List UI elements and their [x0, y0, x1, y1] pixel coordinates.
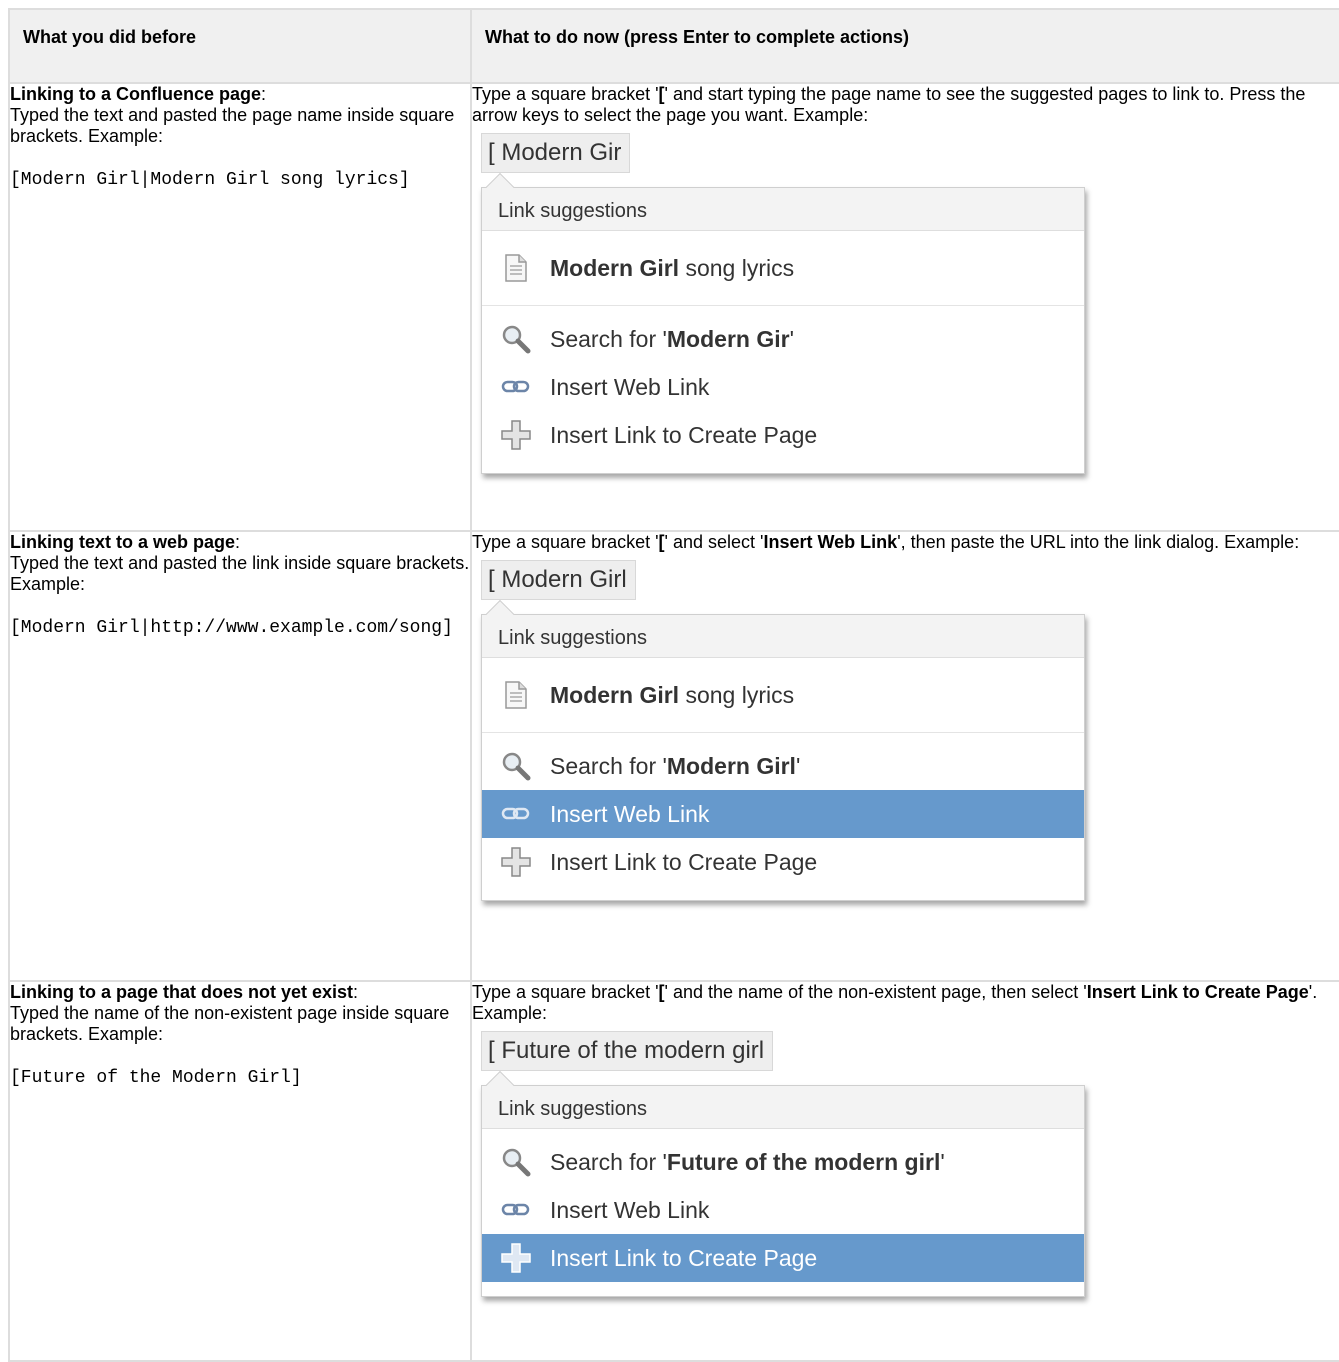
create-page-icon: [498, 417, 534, 453]
create-page-icon: [498, 1240, 534, 1276]
now-cell: Type a square bracket '[' and the name o…: [470, 980, 1339, 1362]
header-before: What you did before: [8, 8, 472, 84]
migration-table: What you did before What to do now (pres…: [8, 8, 1339, 1362]
search-icon: [498, 321, 534, 357]
example-screenshot: [ Future of the modern girl Link suggest…: [472, 1031, 1339, 1297]
suggestion-page-item[interactable]: Modern Girl song lyrics: [482, 231, 1084, 305]
table-row: Linking to a Confluence page: Typed the …: [8, 82, 1339, 532]
instruction-text: Type a square bracket '[' and the name o…: [472, 982, 1318, 1023]
popup-header: Link suggestions: [482, 615, 1084, 658]
search-for-item[interactable]: Search for 'Modern Girl': [482, 742, 1084, 790]
instruction-text: Type a square bracket '[' and start typi…: [472, 84, 1306, 125]
example-screenshot: [ Modern Gir Link suggestions Modern Gir…: [472, 133, 1339, 474]
suggestion-page-item[interactable]: Modern Girl song lyrics: [482, 658, 1084, 732]
search-icon: [498, 748, 534, 784]
typed-text: [ Modern Girl: [481, 560, 636, 600]
link-suggestions-popup: Link suggestions Modern Girl song lyrics: [481, 599, 1085, 901]
before-cell: Linking to a Confluence page: Typed the …: [8, 82, 472, 532]
code-example: [Future of the Modern Girl]: [10, 1068, 302, 1088]
link-suggestions-popup: Link suggestions Search for 'Future of t…: [481, 1070, 1085, 1297]
link-suggestions-popup: Link suggestions Modern Girl song lyrics: [481, 172, 1085, 474]
before-cell: Linking text to a web page: Typed the te…: [8, 530, 472, 982]
web-link-icon: [498, 369, 534, 405]
instruction-text: Type a square bracket '[' and select 'In…: [472, 532, 1300, 552]
popup-pages-section: Modern Girl song lyrics: [482, 231, 1084, 306]
web-link-icon: [498, 796, 534, 832]
insert-web-link-item[interactable]: Insert Web Link: [482, 363, 1084, 411]
page-icon: [498, 677, 534, 713]
row-title: Linking text to a web page: [10, 532, 236, 552]
before-cell: Linking to a page that does not yet exis…: [8, 980, 472, 1362]
insert-create-page-link-item[interactable]: Insert Link to Create Page: [482, 838, 1084, 886]
row-description: Typed the text and pasted the link insid…: [10, 553, 470, 594]
header-now: What to do now (press Enter to complete …: [470, 8, 1339, 84]
popup-actions-section: Search for 'Modern Girl' Insert Web Link: [482, 733, 1084, 900]
example-screenshot: [ Modern Girl Link suggestions Modern Gi…: [472, 560, 1339, 901]
table-row: Linking to a page that does not yet exis…: [8, 980, 1339, 1362]
row-title: Linking to a page that does not yet exis…: [10, 982, 354, 1002]
create-page-icon: [498, 844, 534, 880]
popup-header: Link suggestions: [482, 188, 1084, 231]
insert-create-page-link-item[interactable]: Insert Link to Create Page: [482, 411, 1084, 459]
popup-actions-section: Search for 'Future of the modern girl' I…: [482, 1129, 1084, 1296]
search-for-item[interactable]: Search for 'Future of the modern girl': [482, 1138, 1084, 1186]
code-example: [Modern Girl|http://www.example.com/song…: [10, 618, 453, 638]
typed-text: [ Future of the modern girl: [481, 1031, 774, 1071]
popup-actions-section: Search for 'Modern Gir' Insert Web Link: [482, 306, 1084, 473]
code-example: [Modern Girl|Modern Girl song lyrics]: [10, 170, 410, 190]
popup-pages-section: Modern Girl song lyrics: [482, 658, 1084, 733]
now-cell: Type a square bracket '[' and start typi…: [470, 82, 1339, 532]
table-row: Linking text to a web page: Typed the te…: [8, 530, 1339, 982]
web-link-icon: [498, 1192, 534, 1228]
row-description: Typed the name of the non-existent page …: [10, 1003, 450, 1044]
row-description: Typed the text and pasted the page name …: [10, 105, 455, 146]
now-cell: Type a square bracket '[' and select 'In…: [470, 530, 1339, 982]
insert-web-link-item[interactable]: Insert Web Link: [482, 790, 1084, 838]
popup-header: Link suggestions: [482, 1086, 1084, 1129]
row-title: Linking to a Confluence page: [10, 84, 262, 104]
typed-text: [ Modern Gir: [481, 133, 631, 173]
page-icon: [498, 250, 534, 286]
insert-web-link-item[interactable]: Insert Web Link: [482, 1186, 1084, 1234]
search-for-item[interactable]: Search for 'Modern Gir': [482, 315, 1084, 363]
search-icon: [498, 1144, 534, 1180]
insert-create-page-link-item[interactable]: Insert Link to Create Page: [482, 1234, 1084, 1282]
